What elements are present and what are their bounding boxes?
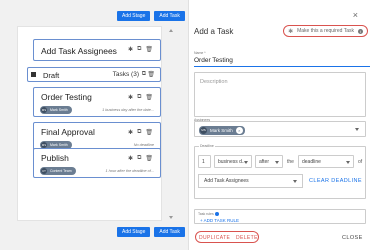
copy-icon[interactable]: ⧉ (137, 94, 141, 101)
deadline-target-select[interactable]: Add Task Assignees (198, 174, 303, 188)
copy-icon[interactable]: ⧉ (137, 46, 141, 53)
deadline-unit-value: business d... (218, 159, 247, 165)
star-icon[interactable]: ✱ (128, 129, 133, 136)
copy-icon[interactable]: ⧉ (142, 71, 146, 78)
drag-handle-icon[interactable] (31, 72, 36, 77)
task-editor-panel: × Add a Task ✱ Make this a required Task… (188, 0, 370, 250)
scroll-down-icon[interactable] (169, 216, 173, 219)
task-card-title: Order Testing (41, 92, 92, 102)
trash-icon[interactable]: 🗑 (145, 46, 153, 53)
assignee-name: Mark Smith (50, 143, 68, 147)
duplicate-button[interactable]: DUPLICATE (199, 235, 230, 241)
star-icon[interactable]: ✱ (128, 94, 133, 101)
assignee-name: Mark Smith (50, 108, 68, 112)
avatar: MS (200, 127, 207, 134)
name-field-underline (194, 66, 370, 67)
deadline-reference-value: deadline (302, 159, 321, 165)
deadline-of-text: of (358, 159, 363, 165)
panel-title: Add a Task (194, 27, 234, 36)
task-card-title: Final Approval (41, 127, 95, 137)
assignee-chip: MS Mark Smith (40, 106, 72, 114)
close-button[interactable]: CLOSE (342, 235, 363, 241)
copy-icon[interactable]: ⧉ (137, 155, 141, 162)
deadline-reference-select[interactable]: deadline (298, 155, 354, 168)
trash-icon[interactable]: 🗑 (145, 94, 153, 101)
task-card-title: Publish (41, 153, 69, 163)
deadline-note: 1 business day after the date... (102, 108, 154, 112)
bottom-toolbar: Add Stage Add Task (117, 227, 185, 237)
add-task-button[interactable]: Add Task (154, 227, 185, 237)
deadline-label: Deadline (199, 144, 215, 148)
star-icon[interactable]: ✱ (128, 155, 133, 162)
task-rules-label: Task rules (198, 212, 219, 217)
description-field[interactable]: Description (194, 72, 366, 117)
task-rules-section: Task rules + ADD TASK RULE (194, 209, 366, 224)
close-icon[interactable]: × (353, 10, 358, 20)
board-scrollbar[interactable] (169, 29, 173, 219)
trash-icon[interactable]: 🗑 (145, 155, 153, 162)
name-field-label: Name * (194, 51, 206, 55)
deadline-note: 1 hour after the deadline of... (105, 169, 154, 173)
task-rules-text: Task rules (198, 212, 214, 216)
star-icon[interactable]: ✱ (128, 46, 133, 53)
stage-task-count: Tasks (3) (112, 71, 139, 78)
add-task-button[interactable]: Add Task (154, 11, 185, 21)
chevron-down-icon (293, 180, 297, 183)
add-stage-button[interactable]: Add Stage (117, 227, 151, 237)
task-card-order-testing[interactable]: Order Testing ✱ ⧉ 🗑 MS Mark Smith 1 busi… (33, 87, 161, 117)
required-task-label: Make this a required Task (297, 28, 354, 34)
task-card-publish[interactable]: Publish ✱ ⧉ 🗑 CT Content Team 1 hour aft… (33, 148, 161, 178)
deadline-amount-input[interactable]: 1 (198, 155, 211, 168)
trash-icon[interactable]: 🗑 (147, 71, 155, 78)
stage-row-draft[interactable]: Draft Tasks (3) ⧉ 🗑 (27, 67, 161, 82)
required-task-toggle[interactable]: ✱ Make this a required Task i (283, 25, 368, 37)
assignee-chip: CT Content Team (40, 167, 76, 175)
task-card-actions: ✱ ⧉ 🗑 (128, 129, 153, 136)
chevron-down-icon (346, 161, 350, 164)
avatar: CT (41, 168, 47, 174)
task-card-actions: ✱ ⧉ 🗑 (128, 46, 153, 53)
top-toolbar: Add Stage Add Task (117, 11, 185, 21)
task-card-actions: ✱ ⧉ 🗑 (128, 155, 153, 162)
deadline-section: Deadline 1 business d... after the deadl… (194, 144, 366, 199)
star-icon: ✱ (288, 28, 294, 35)
deadline-relation-value: after (259, 159, 270, 165)
delete-button[interactable]: DELETE (236, 235, 258, 241)
assignee-name: Mark Smith (210, 128, 233, 133)
name-field[interactable]: Order Testing (194, 57, 233, 64)
info-icon[interactable] (214, 212, 219, 217)
stage-title: Draft (43, 71, 60, 80)
assignee-name: Content Team (50, 169, 72, 173)
deadline-the-text: the (287, 159, 294, 165)
avatar: MS (41, 107, 47, 113)
chevron-down-icon (244, 161, 248, 164)
assignees-field[interactable]: MS Mark Smith × (194, 121, 366, 137)
trash-icon[interactable]: 🗑 (145, 129, 153, 136)
copy-icon[interactable]: ⧉ (137, 129, 141, 136)
chevron-down-icon[interactable] (355, 128, 359, 131)
remove-assignee-icon[interactable]: × (235, 127, 243, 134)
info-icon[interactable]: i (358, 28, 363, 34)
deadline-note: No deadline (133, 143, 154, 147)
chevron-down-icon (275, 161, 279, 164)
add-stage-button[interactable]: Add Stage (117, 11, 151, 21)
task-card-add-task-assignees[interactable]: Add Task Assignees ✱ ⧉ 🗑 (33, 39, 161, 61)
task-card-title: Add Task Assignees (41, 46, 117, 56)
description-placeholder: Description (200, 79, 228, 85)
deadline-target-value: Add Task Assignees (204, 178, 249, 184)
deadline-unit-select[interactable]: business d... (214, 155, 252, 168)
clear-deadline-button[interactable]: CLEAR DEADLINE (309, 178, 362, 184)
task-card-actions: ✱ ⧉ 🗑 (128, 94, 153, 101)
scroll-up-icon[interactable] (169, 29, 173, 32)
add-task-rule-button[interactable]: + ADD TASK RULE (200, 218, 239, 223)
deadline-relation-select[interactable]: after (255, 155, 283, 168)
assignee-chip: MS Mark Smith × (199, 126, 245, 135)
